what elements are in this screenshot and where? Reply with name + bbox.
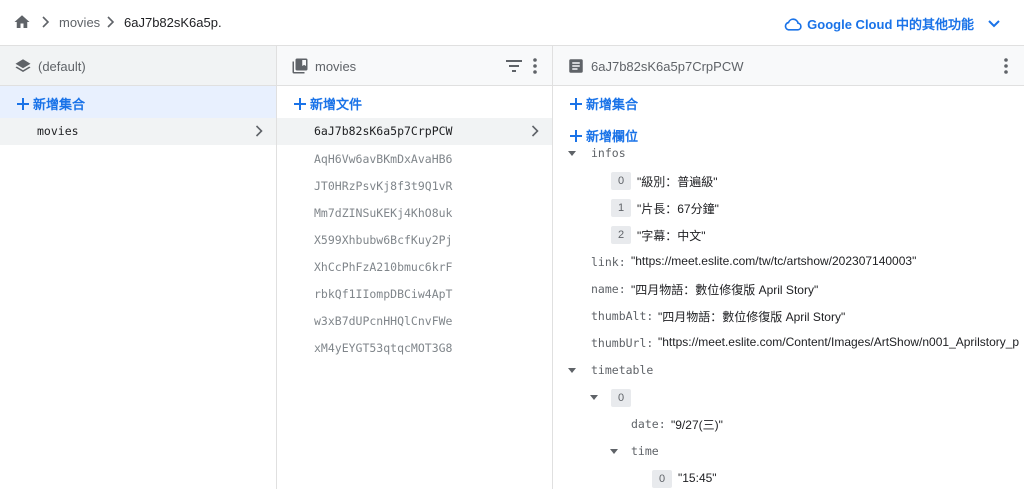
field-key-infos: infos (591, 146, 626, 160)
layers-icon (15, 59, 31, 72)
add-collection-label: 新增集合 (33, 97, 86, 112)
collection-item-label: movies (37, 124, 79, 138)
add-field-button[interactable]: 新增欄位 (569, 126, 638, 145)
breadcrumb-document[interactable]: 6aJ7b82sK6a5p. (124, 15, 222, 30)
document-panel: 6aJ7b82sK6a5p7CrpPCW 新增集合 新增欄位 infos 0 "… (553, 46, 1024, 489)
field-value-thumbalt[interactable]: "四月物語：數位修復版 April Story" (658, 308, 845, 325)
chevron-right-icon (42, 16, 50, 28)
document-item[interactable]: xM4yEYGT53qtqcMOT3G8 (314, 341, 452, 355)
add-collection-button[interactable]: 新增集合 (16, 94, 85, 113)
document-item[interactable]: Mm7dZINSuKEKj4KhO8uk (314, 206, 452, 220)
add-subcollection-label: 新增集合 (586, 97, 639, 112)
document-icon (569, 59, 583, 73)
chevron-right-icon (255, 125, 263, 137)
field-key-link: link: (591, 255, 626, 269)
field-key-thumburl: thumbUrl: (591, 336, 654, 350)
collection-panel-title: movies (315, 59, 357, 74)
plus-icon (570, 97, 582, 110)
expand-toggle-icon[interactable] (590, 395, 598, 400)
document-item[interactable]: rbkQf1IIompDBCiw4ApT (314, 287, 452, 301)
chevron-right-icon (531, 125, 539, 137)
array-value[interactable]: "字幕：中文" (637, 227, 706, 244)
collection-panel: movies 新增文件 6aJ7b82sK6a5p7CrpPCW AqH6Vw6… (277, 46, 553, 489)
array-value[interactable]: "片長：67分鐘" (637, 200, 719, 217)
document-item[interactable]: XhCcPhFzA210bmuc6krF (314, 260, 452, 274)
plus-icon (570, 129, 582, 142)
array-index: 2 (611, 226, 631, 244)
plus-icon (294, 97, 306, 110)
array-index: 0 (652, 470, 672, 488)
document-panel-header: 6aJ7b82sK6a5p7CrpPCW (553, 46, 1024, 86)
array-value[interactable]: "級別：普遍級" (637, 173, 718, 190)
collection-icon (292, 58, 308, 74)
document-panel-title: 6aJ7b82sK6a5p7CrpPCW (591, 59, 744, 74)
field-value-name[interactable]: "四月物語：數位修復版 April Story" (631, 281, 818, 298)
document-item[interactable]: 6aJ7b82sK6a5p7CrpPCW (314, 124, 452, 138)
field-key-timetable: timetable (591, 363, 654, 377)
field-value-thumburl[interactable]: "https://meet.eslite.com/Content/Images/… (658, 335, 1019, 349)
more-vert-icon[interactable] (533, 58, 537, 74)
document-item[interactable]: w3xB7dUPcnHHQlCnvFWe (314, 314, 452, 328)
field-key-thumbalt: thumbAlt: (591, 309, 654, 323)
field-key-time: time (631, 444, 659, 458)
array-index: 0 (611, 172, 631, 190)
root-panel-header: (default) (0, 46, 276, 86)
breadcrumb-collection[interactable]: movies (59, 15, 100, 30)
add-document-button[interactable]: 新增文件 (293, 94, 362, 113)
root-panel: (default) 新增集合 movies (0, 46, 277, 489)
document-item[interactable]: AqH6Vw6avBKmDxAvaHB6 (314, 152, 452, 166)
root-panel-title: (default) (38, 59, 86, 74)
chevron-down-icon (988, 19, 1000, 27)
chevron-right-icon (107, 16, 115, 28)
more-vert-icon[interactable] (1004, 58, 1008, 74)
breadcrumb-bar: movies 6aJ7b82sK6a5p. Google Cloud 中的其他功… (0, 0, 1024, 46)
array-value[interactable]: "15:45" (678, 471, 717, 485)
add-subcollection-button[interactable]: 新增集合 (569, 94, 638, 113)
gcloud-more-button[interactable]: Google Cloud 中的其他功能 (783, 14, 1000, 33)
gcloud-more-label: Google Cloud 中的其他功能 (807, 17, 974, 32)
field-key-name: name: (591, 282, 626, 296)
field-key-date: date: (631, 417, 666, 431)
field-value-link[interactable]: "https://meet.eslite.com/tw/tc/artshow/2… (631, 254, 916, 268)
home-icon[interactable] (13, 13, 31, 31)
field-value-date[interactable]: "9/27(三)" (671, 416, 723, 433)
add-field-label: 新增欄位 (586, 129, 639, 144)
collection-panel-header: movies (277, 46, 552, 86)
array-index: 0 (611, 389, 631, 407)
document-item[interactable]: X599Xhbubw6BcfKuy2Pj (314, 233, 452, 247)
expand-toggle-icon[interactable] (610, 449, 618, 454)
expand-toggle-icon[interactable] (568, 151, 576, 156)
filter-icon[interactable] (505, 59, 523, 73)
expand-toggle-icon[interactable] (568, 368, 576, 373)
plus-icon (17, 97, 29, 110)
array-index: 1 (611, 199, 631, 217)
cloud-icon (784, 17, 802, 31)
add-document-label: 新增文件 (310, 97, 363, 112)
document-item[interactable]: JT0HRzPsvKj8f3t9Q1vR (314, 179, 452, 193)
